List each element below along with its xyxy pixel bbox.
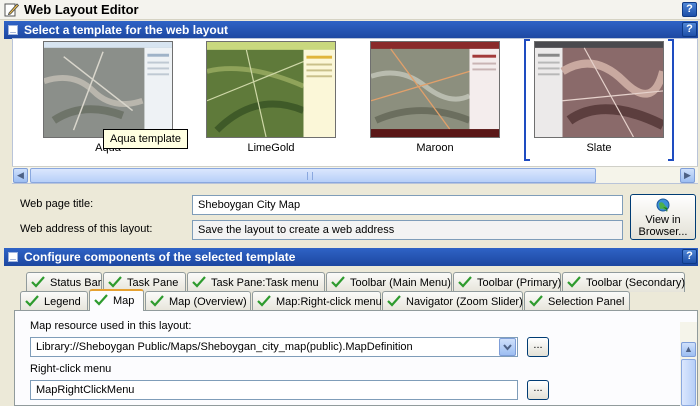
- title-bar: Web Layout Editor ?: [0, 0, 700, 20]
- scroll-right-arrow-icon[interactable]: ▶: [680, 168, 695, 183]
- gallery-horizontal-scrollbar[interactable]: ◀ ▶: [12, 166, 698, 183]
- template-label-limegold: LimeGold: [247, 142, 295, 154]
- template-label-maroon: Maroon: [416, 142, 454, 154]
- aqua-thumbnail: [43, 41, 173, 138]
- template-maroon[interactable]: Maroon: [370, 41, 500, 159]
- tab-toolbar-secondary[interactable]: Toolbar (Secondary): [562, 272, 685, 292]
- checkmark-icon: [257, 295, 271, 307]
- scroll-left-arrow-icon[interactable]: ◀: [13, 168, 28, 183]
- tab-navigator-zoom-slider[interactable]: Navigator (Zoom Slider): [382, 291, 523, 311]
- tab-label: Navigator (Zoom Slider): [406, 296, 523, 308]
- scroll-up-arrow-icon[interactable]: ▲: [681, 342, 696, 357]
- checkmark-icon: [94, 294, 108, 306]
- map-resource-select[interactable]: Library://Sheboygan Public/Maps/Sheboyga…: [30, 337, 518, 357]
- panel-vertical-scrollbar[interactable]: ▲: [680, 322, 697, 406]
- tab-map[interactable]: Map: [89, 289, 144, 311]
- tab-toolbar-main-menu[interactable]: Toolbar (Main Menu): [326, 272, 452, 292]
- browse-map-resource-button[interactable]: ...: [527, 337, 549, 357]
- tab-label: Selection Panel: [548, 296, 625, 308]
- scrollbar-thumb[interactable]: [30, 168, 596, 183]
- scrollbar-thumb[interactable]: [681, 359, 696, 406]
- tab-label: Task Pane:Task menu: [211, 277, 319, 289]
- view-button-line1: View in: [645, 214, 681, 226]
- tab-label: Task Pane: [127, 277, 179, 289]
- checkmark-icon: [458, 276, 472, 288]
- tab-legend[interactable]: Legend: [20, 291, 88, 311]
- template-slate[interactable]: Slate: [524, 39, 674, 161]
- globe-icon: [656, 198, 670, 212]
- tab-label: Status Bar: [50, 277, 102, 289]
- selection-bracket-right: [668, 39, 674, 161]
- edit-document-icon: [4, 3, 19, 17]
- web-address-field: Save the layout to create a web address: [192, 220, 623, 240]
- checkmark-icon: [31, 276, 45, 288]
- help-icon[interactable]: ?: [682, 249, 697, 264]
- browse-right-click-menu-button[interactable]: ...: [527, 380, 549, 400]
- view-in-browser-button[interactable]: View in Browser...: [630, 194, 696, 240]
- view-button-line2: Browser...: [638, 226, 688, 238]
- template-tooltip: Aqua template: [103, 129, 188, 149]
- checkmark-icon: [331, 276, 345, 288]
- template-section-header[interactable]: _ Select a template for the web layout ?: [4, 21, 698, 39]
- components-section-title: Configure components of the selected tem…: [24, 250, 296, 264]
- checkmark-icon: [25, 295, 39, 307]
- template-limegold[interactable]: LimeGold: [206, 41, 336, 159]
- right-click-menu-input[interactable]: MapRightClickMenu: [30, 380, 518, 400]
- help-icon[interactable]: ?: [682, 2, 697, 17]
- tab-label: Toolbar (Secondary): [586, 277, 686, 289]
- template-label-slate: Slate: [586, 142, 612, 154]
- tab-label: Toolbar (Main Menu): [350, 277, 451, 289]
- tab-label: Map: [113, 295, 135, 307]
- slate-thumbnail: [534, 41, 664, 138]
- collapse-icon[interactable]: _: [8, 251, 18, 262]
- template-gallery: Aqua LimeGold: [12, 38, 698, 184]
- tab-label: Toolbar (Primary): [477, 277, 562, 289]
- tab-label: Map (Overview): [169, 296, 247, 308]
- components-section-header[interactable]: _ Configure components of the selected t…: [4, 248, 698, 266]
- checkmark-icon: [567, 276, 581, 288]
- tab-label: Legend: [44, 296, 81, 308]
- checkmark-icon: [529, 295, 543, 307]
- web-address-label: Web address of this layout:: [20, 223, 153, 235]
- limegold-thumbnail: [206, 41, 336, 138]
- template-section-title: Select a template for the web layout: [24, 23, 229, 37]
- grip-icon: [307, 172, 313, 180]
- tab-map-right-click-menu[interactable]: Map:Right-click menu: [252, 291, 382, 311]
- page-title-input[interactable]: Sheboygan City Map: [192, 195, 623, 215]
- selection-bracket-left: [524, 39, 530, 161]
- page-title-label: Web page title:: [20, 198, 94, 210]
- collapse-icon[interactable]: _: [8, 24, 18, 35]
- tab-map-overview[interactable]: Map (Overview): [145, 291, 251, 311]
- maroon-thumbnail: [370, 41, 500, 138]
- checkmark-icon: [108, 276, 122, 288]
- help-icon[interactable]: ?: [682, 22, 697, 37]
- checkmark-icon: [150, 295, 164, 307]
- tab-selection-panel[interactable]: Selection Panel: [524, 291, 630, 311]
- tab-task-pane-task-menu[interactable]: Task Pane:Task menu: [187, 272, 325, 292]
- map-resource-label: Map resource used in this layout:: [30, 320, 192, 332]
- checkmark-icon: [387, 295, 401, 307]
- checkmark-icon: [192, 276, 206, 288]
- tab-label: Map:Right-click menu: [276, 296, 382, 308]
- dropdown-arrow-icon[interactable]: [499, 338, 516, 356]
- right-click-menu-label: Right-click menu: [30, 363, 112, 375]
- app-title: Web Layout Editor: [24, 2, 139, 17]
- tab-toolbar-primary[interactable]: Toolbar (Primary): [453, 272, 561, 292]
